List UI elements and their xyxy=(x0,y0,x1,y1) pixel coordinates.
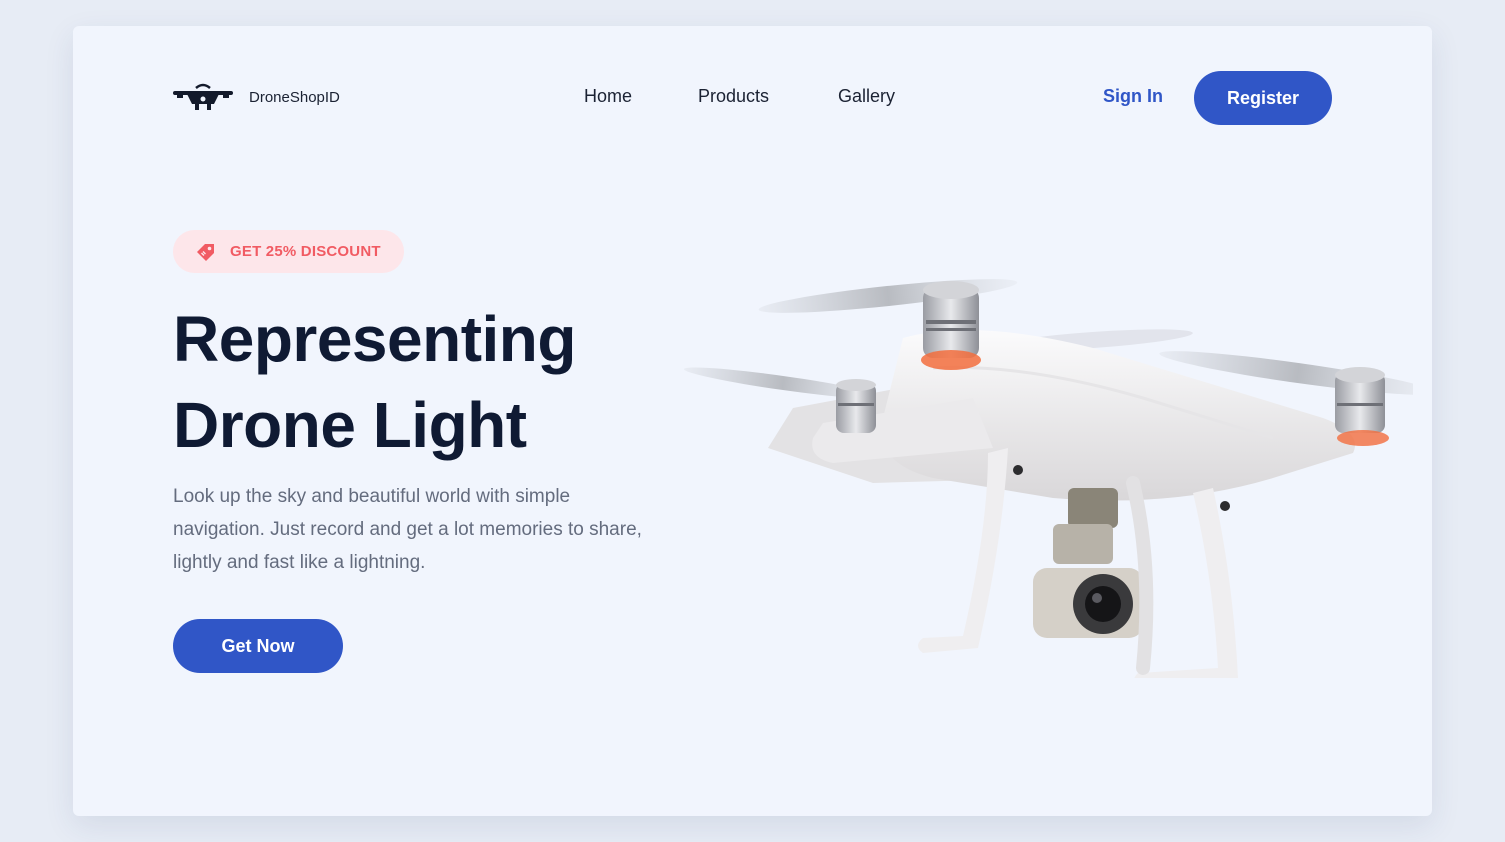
brand-logo[interactable]: DroneShopID xyxy=(173,82,340,112)
register-button[interactable]: Register xyxy=(1194,71,1332,125)
nav-link-gallery[interactable]: Gallery xyxy=(838,86,895,110)
nav-link-products[interactable]: Products xyxy=(698,86,769,110)
nav-link-home[interactable]: Home xyxy=(584,86,632,110)
get-now-button[interactable]: Get Now xyxy=(173,619,343,673)
headline-line-2: Drone Light xyxy=(173,389,527,461)
brand-name: DroneShopID xyxy=(249,88,340,106)
drone-logo-icon xyxy=(173,83,233,110)
hero-headline: Representing Drone Light xyxy=(173,296,693,468)
hero-description: Look up the sky and beautiful world with… xyxy=(173,486,642,573)
headline-line-1: Representing xyxy=(173,303,576,375)
quadcopter-drone-image xyxy=(683,279,1413,678)
discount-badge: GET 25% DISCOUNT xyxy=(173,230,404,273)
price-tag-icon xyxy=(197,243,214,261)
sign-in-link[interactable]: Sign In xyxy=(1103,86,1163,107)
main-card: DroneShopID Home Products Gallery Sign I… xyxy=(73,26,1432,816)
discount-badge-label: GET 25% DISCOUNT xyxy=(230,243,381,260)
